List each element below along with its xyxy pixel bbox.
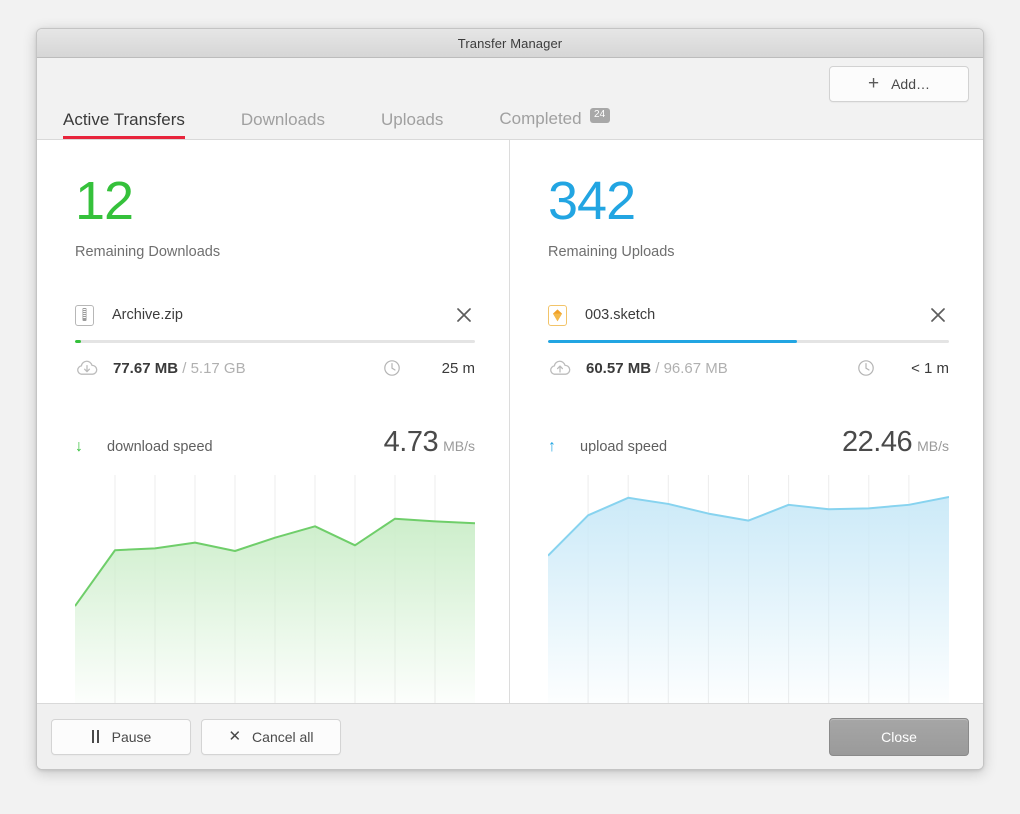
tab-active-transfers[interactable]: Active Transfers (63, 110, 185, 139)
remaining-uploads-label: Remaining Uploads (548, 244, 675, 260)
tab-downloads[interactable]: Downloads (241, 110, 325, 139)
download-progress-fill (75, 340, 81, 343)
zip-file-icon (75, 304, 94, 326)
upload-size: 60.57 MB / 96.67 MB (586, 360, 728, 377)
download-speed-value: 4.73 (383, 426, 439, 458)
tab-label: Completed (499, 109, 582, 128)
upload-speed-unit: MB/s (917, 438, 949, 454)
sketch-file-icon (548, 304, 567, 326)
uploads-panel: 342 Remaining Uploads 003.sketch 60.57 M… (510, 140, 983, 703)
remaining-uploads-count: 342 (548, 171, 636, 231)
clock-icon (383, 359, 403, 377)
tab-label: Uploads (380, 110, 444, 129)
close-button-label: Close (881, 728, 917, 745)
tab-completed[interactable]: Completed 24 (499, 108, 610, 139)
close-button[interactable]: Close (829, 717, 969, 756)
upload-eta: < 1 m (911, 359, 949, 377)
upload-progress-bar (548, 340, 949, 343)
upload-separator: / (655, 359, 660, 377)
upload-file-row: 003.sketch (548, 302, 949, 328)
download-progress-bar (75, 340, 475, 343)
status-badge: 24 (589, 108, 610, 123)
upload-transferred: 60.57 MB (586, 359, 652, 377)
tab-label: Downloads (240, 110, 325, 129)
window-titlebar: Transfer Manager (37, 29, 983, 58)
plus-icon: + (867, 72, 880, 94)
transfer-manager-window: Transfer Manager + Add… Active Transfers… (36, 28, 984, 770)
upload-file-name: 003.sketch (585, 307, 656, 323)
clock-icon (857, 359, 877, 377)
arrow-down-icon: ↓ (75, 438, 83, 455)
cancel-all-button-label: Cancel all (252, 728, 314, 745)
upload-speed-row: ↑ upload speed 22.46 MB/s (548, 426, 949, 459)
upload-total: 96.67 MB (663, 359, 728, 377)
download-speed-unit: MB/s (443, 438, 475, 454)
upload-speed-chart (548, 475, 949, 703)
toolbar: + Add… Active Transfers Downloads Upload… (37, 58, 983, 140)
add-button-label: Add… (891, 76, 931, 92)
upload-speed-value: 22.46 (842, 426, 913, 458)
window-title: Transfer Manager (457, 35, 563, 51)
download-file-row: Archive.zip (75, 302, 475, 328)
cloud-upload-icon (548, 358, 572, 378)
download-separator: / (182, 359, 187, 377)
cloud-download-icon (75, 358, 99, 378)
remaining-downloads-label: Remaining Downloads (75, 244, 221, 260)
close-icon[interactable] (927, 304, 949, 326)
download-eta: 25 m (441, 359, 475, 377)
upload-stats-row: 60.57 MB / 96.67 MB < 1 m (548, 356, 949, 380)
add-button[interactable]: + Add… (829, 66, 969, 102)
download-speed-row: ↓ download speed 4.73 MB/s (75, 426, 475, 459)
remaining-downloads-count: 12 (75, 171, 134, 231)
download-chart-svg (75, 475, 475, 703)
download-transferred: 77.67 MB (113, 359, 179, 377)
arrow-up-icon: ↑ (548, 438, 556, 455)
close-icon[interactable] (453, 304, 475, 326)
tab-bar: Active Transfers Downloads Uploads Compl… (37, 103, 666, 139)
downloads-panel: 12 Remaining Downloads Archive.zip 77.67… (37, 140, 510, 703)
download-total: 5.17 GB (190, 359, 246, 377)
panels-container: 12 Remaining Downloads Archive.zip 77.67… (37, 140, 983, 703)
upload-progress-fill (548, 340, 797, 343)
upload-speed-label: upload speed (580, 439, 668, 455)
tab-uploads[interactable]: Uploads (381, 110, 443, 139)
download-speed-label: download speed (107, 439, 213, 455)
pause-icon (91, 730, 101, 743)
download-size: 77.67 MB / 5.17 GB (113, 360, 246, 377)
footer-bar: Pause ✕ Cancel all Close (37, 703, 983, 769)
download-stats-row: 77.67 MB / 5.17 GB 25 m (75, 356, 475, 380)
download-file-name: Archive.zip (112, 307, 183, 323)
upload-chart-svg (548, 475, 949, 703)
close-icon: ✕ (228, 728, 242, 745)
download-speed-chart (75, 475, 475, 703)
tab-label: Active Transfers (63, 110, 185, 129)
pause-button[interactable]: Pause (51, 718, 191, 755)
cancel-all-button[interactable]: ✕ Cancel all (201, 718, 341, 755)
pause-button-label: Pause (111, 728, 152, 745)
